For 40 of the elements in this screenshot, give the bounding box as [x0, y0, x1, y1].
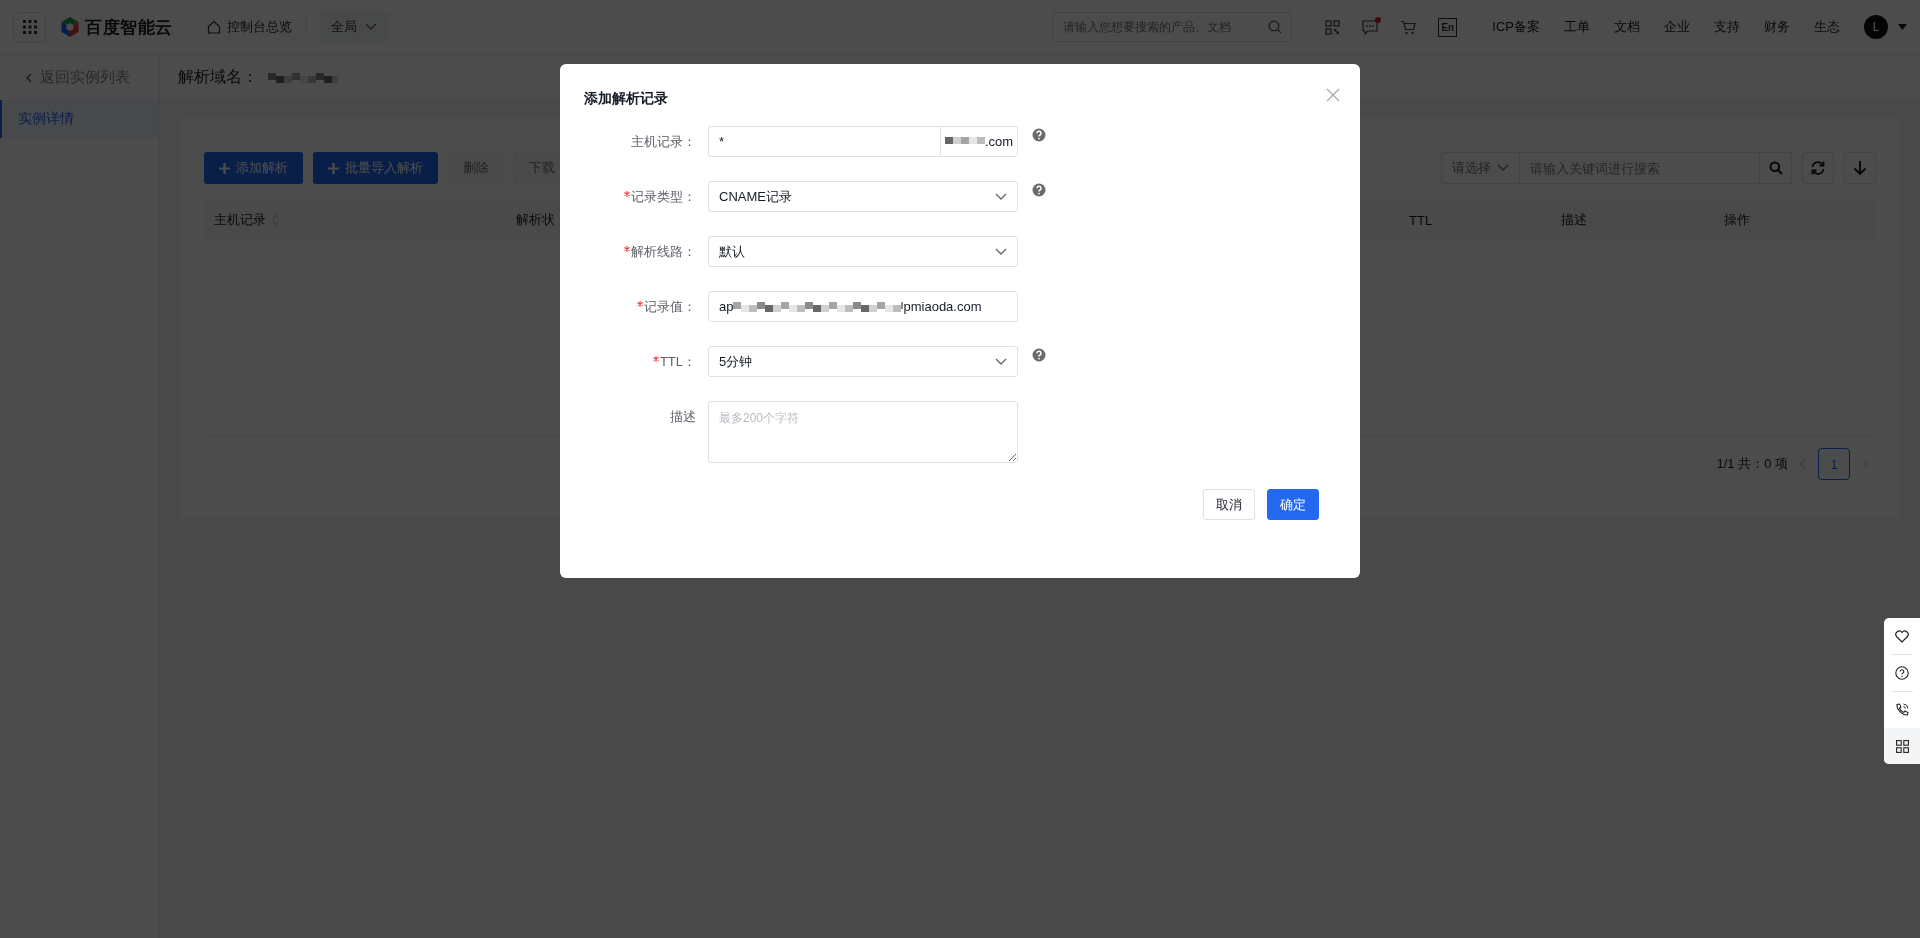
nav-link[interactable]: 文档	[1614, 18, 1640, 36]
grid-icon[interactable]	[1884, 728, 1920, 764]
close-icon[interactable]	[1326, 88, 1340, 102]
chevron-down-icon	[995, 247, 1007, 256]
nav-link[interactable]: 财务	[1764, 18, 1790, 36]
chevron-down-icon	[995, 192, 1007, 201]
chevron-down-icon	[995, 357, 1007, 366]
cancel-button[interactable]: 取消	[1203, 489, 1255, 520]
column-header: 主机记录	[214, 211, 266, 229]
help-icon[interactable]	[1032, 128, 1046, 142]
confirm-button[interactable]: 确定	[1267, 489, 1319, 520]
console-home-link[interactable]: 控制台总览	[200, 17, 307, 37]
nav-link[interactable]: 工单	[1564, 18, 1590, 36]
select-field[interactable]: 默认	[708, 236, 1018, 267]
help-icon[interactable]	[1032, 348, 1046, 362]
column-header: 解析状	[516, 211, 555, 229]
domain-label: 解析域名：	[178, 67, 258, 87]
field-label: 描述	[670, 407, 696, 426]
host-record-field[interactable]: *	[708, 126, 940, 157]
column-header: 操作	[1724, 211, 1750, 229]
help-icon[interactable]	[1032, 183, 1046, 197]
domain-suffix: .com	[985, 134, 1014, 149]
column-header: TTL	[1409, 212, 1433, 228]
field-label: 记录类型：	[631, 187, 696, 206]
nav-link[interactable]: 生态	[1814, 18, 1840, 36]
nav-link[interactable]: ICP备案	[1492, 18, 1540, 36]
description-field[interactable]: 最多200个字符	[708, 401, 1018, 463]
nav-link[interactable]: 支持	[1714, 18, 1740, 36]
dialog-title: 添加解析记录	[584, 90, 668, 108]
field-label: 记录值：	[644, 297, 696, 316]
record-value-field[interactable]: ap pmiaoda.com	[708, 291, 1018, 322]
select-field[interactable]: CNAME记录	[708, 181, 1018, 212]
nav-link[interactable]: 企业	[1664, 18, 1690, 36]
column-header: 描述	[1561, 211, 1587, 229]
pagination-summary: 1/1 共：0 项	[1716, 455, 1788, 473]
field-label: 解析线路：	[631, 242, 696, 261]
field-label: TTL：	[659, 352, 696, 371]
brand-name: 百度智能云	[85, 16, 173, 39]
field-label: 主机记录：	[631, 132, 696, 151]
select-field[interactable]: 5分钟	[708, 346, 1018, 377]
